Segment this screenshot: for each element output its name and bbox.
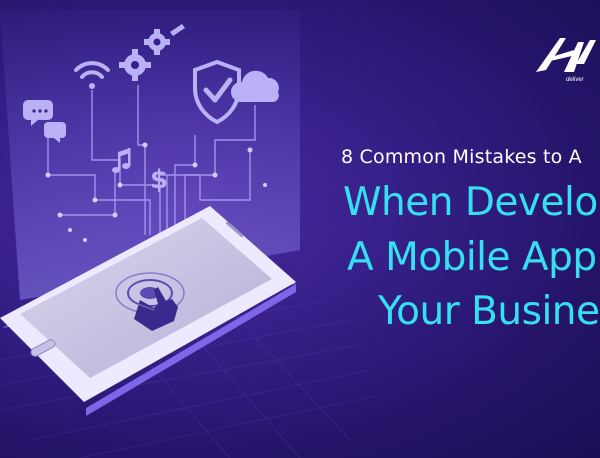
hero-banner: $ 8 Common Mistakes to A When Develop A … [0,0,600,458]
brand-tagline: deliver [566,77,584,83]
dollar-icon: $ [150,165,168,195]
banner-title-line-2: A Mobile App F [347,235,600,280]
banner-subtitle: 8 Common Mistakes to A [341,146,582,168]
phone-illustration: $ [0,10,381,458]
banner-title-line-3: Your Business [378,289,600,334]
banner-title-line-1: When Develop [343,180,600,225]
